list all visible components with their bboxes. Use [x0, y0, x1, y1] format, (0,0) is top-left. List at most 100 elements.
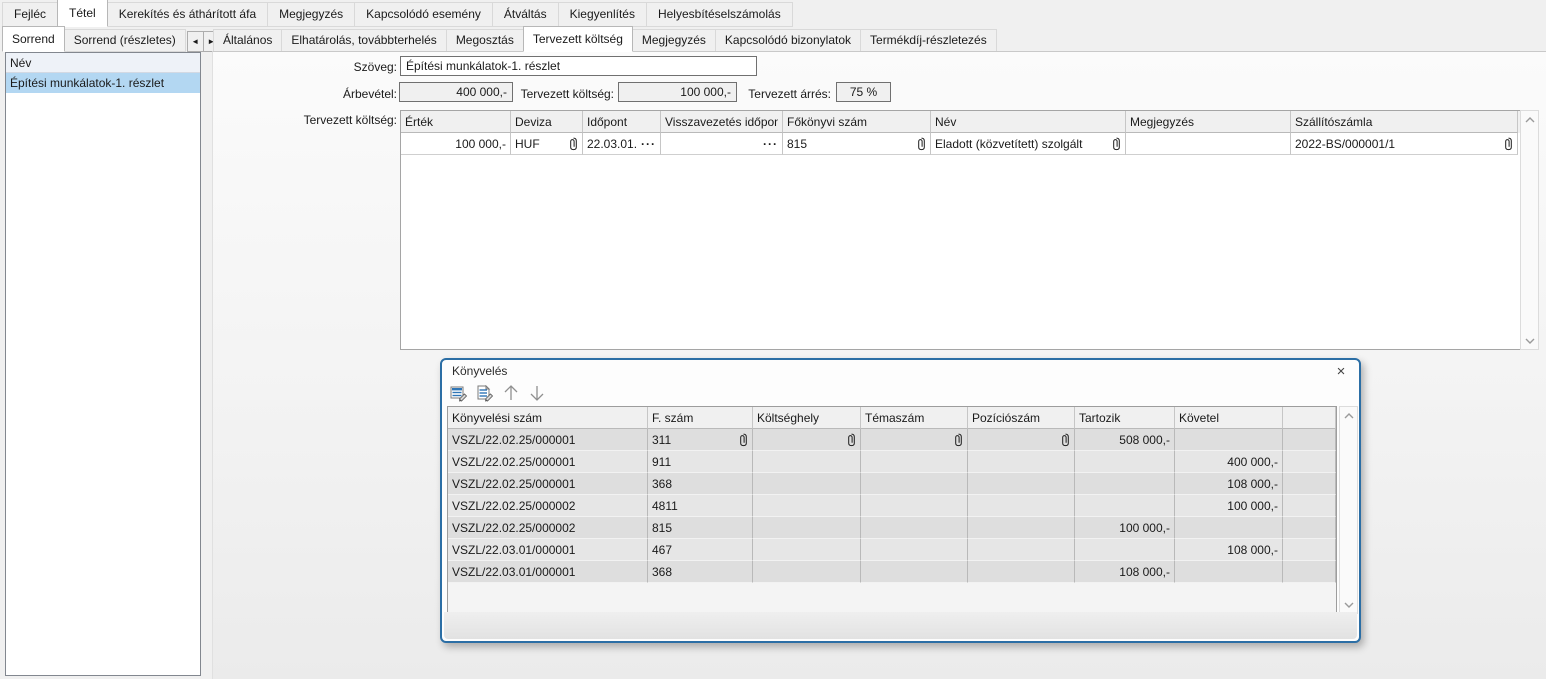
subtab-kapcsolódó-bizonylatok[interactable]: Kapcsolódó bizonylatok: [715, 29, 861, 52]
attachment-button[interactable]: [954, 433, 963, 447]
table-cell[interactable]: [1075, 495, 1175, 517]
tab-fejléc[interactable]: Fejléc: [2, 2, 58, 27]
column-header-név[interactable]: Név: [931, 111, 1126, 133]
column-header-f-szám[interactable]: F. szám: [648, 407, 753, 429]
tab-helyesbítéselszámolás[interactable]: Helyesbítéselszámolás: [646, 2, 793, 27]
tab-kapcsolódó-esemény[interactable]: Kapcsolódó esemény: [354, 2, 493, 27]
table-cell[interactable]: [753, 451, 861, 473]
move-down-button[interactable]: [527, 383, 547, 403]
column-header-költséghely[interactable]: Költséghely: [753, 407, 861, 429]
table-cell[interactable]: VSZL/22.02.25/000001: [448, 451, 648, 473]
attachment-button[interactable]: [1061, 433, 1070, 447]
table-cell[interactable]: [1283, 539, 1336, 561]
tab-átváltás[interactable]: Átváltás: [492, 2, 559, 27]
attachment-button[interactable]: [1112, 137, 1121, 151]
table-cell[interactable]: 508 000,-: [1075, 429, 1175, 451]
subtab-sorrend-részletes[interactable]: Sorrend (részletes): [64, 29, 186, 52]
table-cell[interactable]: 100 000,-: [1075, 517, 1175, 539]
table-cell[interactable]: [1283, 451, 1336, 473]
table-cell[interactable]: [861, 495, 968, 517]
table-cell[interactable]: 815: [783, 133, 931, 155]
table-cell[interactable]: VSZL/22.02.25/000002: [448, 517, 648, 539]
edit-document-button[interactable]: [475, 383, 495, 403]
table-row[interactable]: VSZL/22.03.01/000001368 108 000,-: [448, 561, 1336, 583]
table-cell[interactable]: [861, 473, 968, 495]
column-header-érték[interactable]: Érték: [401, 111, 511, 133]
table-cell[interactable]: 911: [648, 451, 753, 473]
column-header-deviza[interactable]: Deviza: [511, 111, 583, 133]
table-cell[interactable]: [753, 517, 861, 539]
table-cell[interactable]: [861, 429, 968, 451]
subtab-sorrend[interactable]: Sorrend: [2, 26, 65, 52]
table-cell[interactable]: [968, 517, 1075, 539]
table-cell[interactable]: 467: [648, 539, 753, 561]
table-cell[interactable]: [1175, 561, 1283, 583]
tervezett-arres-field[interactable]: [836, 82, 891, 102]
table-row[interactable]: VSZL/22.02.25/0000024811100 000,-: [448, 495, 1336, 517]
attachment-button[interactable]: [739, 433, 748, 447]
subtab-megosztás[interactable]: Megosztás: [446, 29, 524, 52]
table-cell[interactable]: 22.03.01.···: [583, 133, 661, 155]
close-button[interactable]: ×: [1332, 362, 1350, 380]
table-cell[interactable]: VSZL/22.03.01/000001: [448, 539, 648, 561]
table-cell[interactable]: 368: [648, 561, 753, 583]
table-cell[interactable]: 400 000,-: [1175, 451, 1283, 473]
table-cell[interactable]: [968, 539, 1075, 561]
scroll-up-button[interactable]: [1340, 407, 1357, 424]
table-cell[interactable]: [968, 429, 1075, 451]
tab-tétel[interactable]: Tétel: [57, 0, 108, 27]
table-cell[interactable]: [1126, 133, 1291, 155]
table-cell[interactable]: [753, 539, 861, 561]
table-cell[interactable]: VSZL/22.02.25/000001: [448, 429, 648, 451]
table-cell[interactable]: [861, 561, 968, 583]
table-cell[interactable]: [753, 561, 861, 583]
attachment-button[interactable]: [847, 433, 856, 447]
column-header-megjegyzés[interactable]: Megjegyzés: [1126, 111, 1291, 133]
subtab-általános[interactable]: Általános: [213, 29, 282, 52]
column-header-visszavezetés-időpont[interactable]: Visszavezetés időpont: [661, 111, 783, 133]
table-cell[interactable]: [1283, 517, 1336, 539]
scroll-up-button[interactable]: [1521, 111, 1538, 128]
table-row[interactable]: VSZL/22.02.25/000001311 508 000,-: [448, 429, 1336, 451]
arbevetel-field[interactable]: [399, 82, 513, 102]
tab-megjegyzés[interactable]: Megjegyzés: [267, 2, 355, 27]
table-cell[interactable]: [1283, 561, 1336, 583]
table-cell[interactable]: [1283, 429, 1336, 451]
table-cell[interactable]: 108 000,-: [1175, 539, 1283, 561]
table-cell[interactable]: Eladott (közvetített) szolgált: [931, 133, 1126, 155]
table-cell[interactable]: ···: [661, 133, 783, 155]
table-row[interactable]: VSZL/22.02.25/000001911 400 000,-: [448, 451, 1336, 473]
table-cell[interactable]: [753, 429, 861, 451]
table-cell[interactable]: 311: [648, 429, 753, 451]
table-cell[interactable]: [1283, 495, 1336, 517]
table-cell[interactable]: [1075, 451, 1175, 473]
table-cell[interactable]: HUF: [511, 133, 583, 155]
table-cell[interactable]: [1283, 473, 1336, 495]
tab-kiegyenlítés[interactable]: Kiegyenlítés: [558, 2, 647, 27]
column-header-pozíciószám[interactable]: Pozíciószám: [968, 407, 1075, 429]
table-cell[interactable]: 368: [648, 473, 753, 495]
planned-cost-scrollbar[interactable]: [1520, 110, 1539, 350]
table-cell[interactable]: VSZL/22.03.01/000001: [448, 561, 648, 583]
szoveg-input[interactable]: [400, 56, 757, 76]
table-row[interactable]: VSZL/22.03.01/000001467 108 000,-: [448, 539, 1336, 561]
konyveles-scrollbar[interactable]: [1339, 406, 1358, 614]
table-cell[interactable]: [861, 517, 968, 539]
column-header-követel[interactable]: Követel: [1175, 407, 1283, 429]
tab-kerekítés-és-áthárított-áfa[interactable]: Kerekítés és áthárított áfa: [107, 2, 268, 27]
table-cell[interactable]: [753, 473, 861, 495]
table-cell[interactable]: 108 000,-: [1075, 561, 1175, 583]
subtab-megjegyzés[interactable]: Megjegyzés: [632, 29, 716, 52]
table-cell[interactable]: [1075, 473, 1175, 495]
table-cell[interactable]: [1075, 539, 1175, 561]
ellipsis-button[interactable]: ···: [763, 137, 778, 151]
table-cell[interactable]: 100 000,-: [1175, 495, 1283, 517]
table-cell[interactable]: [861, 539, 968, 561]
table-cell[interactable]: [968, 561, 1075, 583]
table-cell[interactable]: [968, 451, 1075, 473]
list-item[interactable]: Építési munkálatok-1. részlet: [6, 73, 200, 93]
column-header-blank[interactable]: [1283, 407, 1336, 429]
column-header-főkönyvi-szám[interactable]: Főkönyvi szám: [783, 111, 931, 133]
table-cell[interactable]: [968, 495, 1075, 517]
table-cell[interactable]: 4811: [648, 495, 753, 517]
